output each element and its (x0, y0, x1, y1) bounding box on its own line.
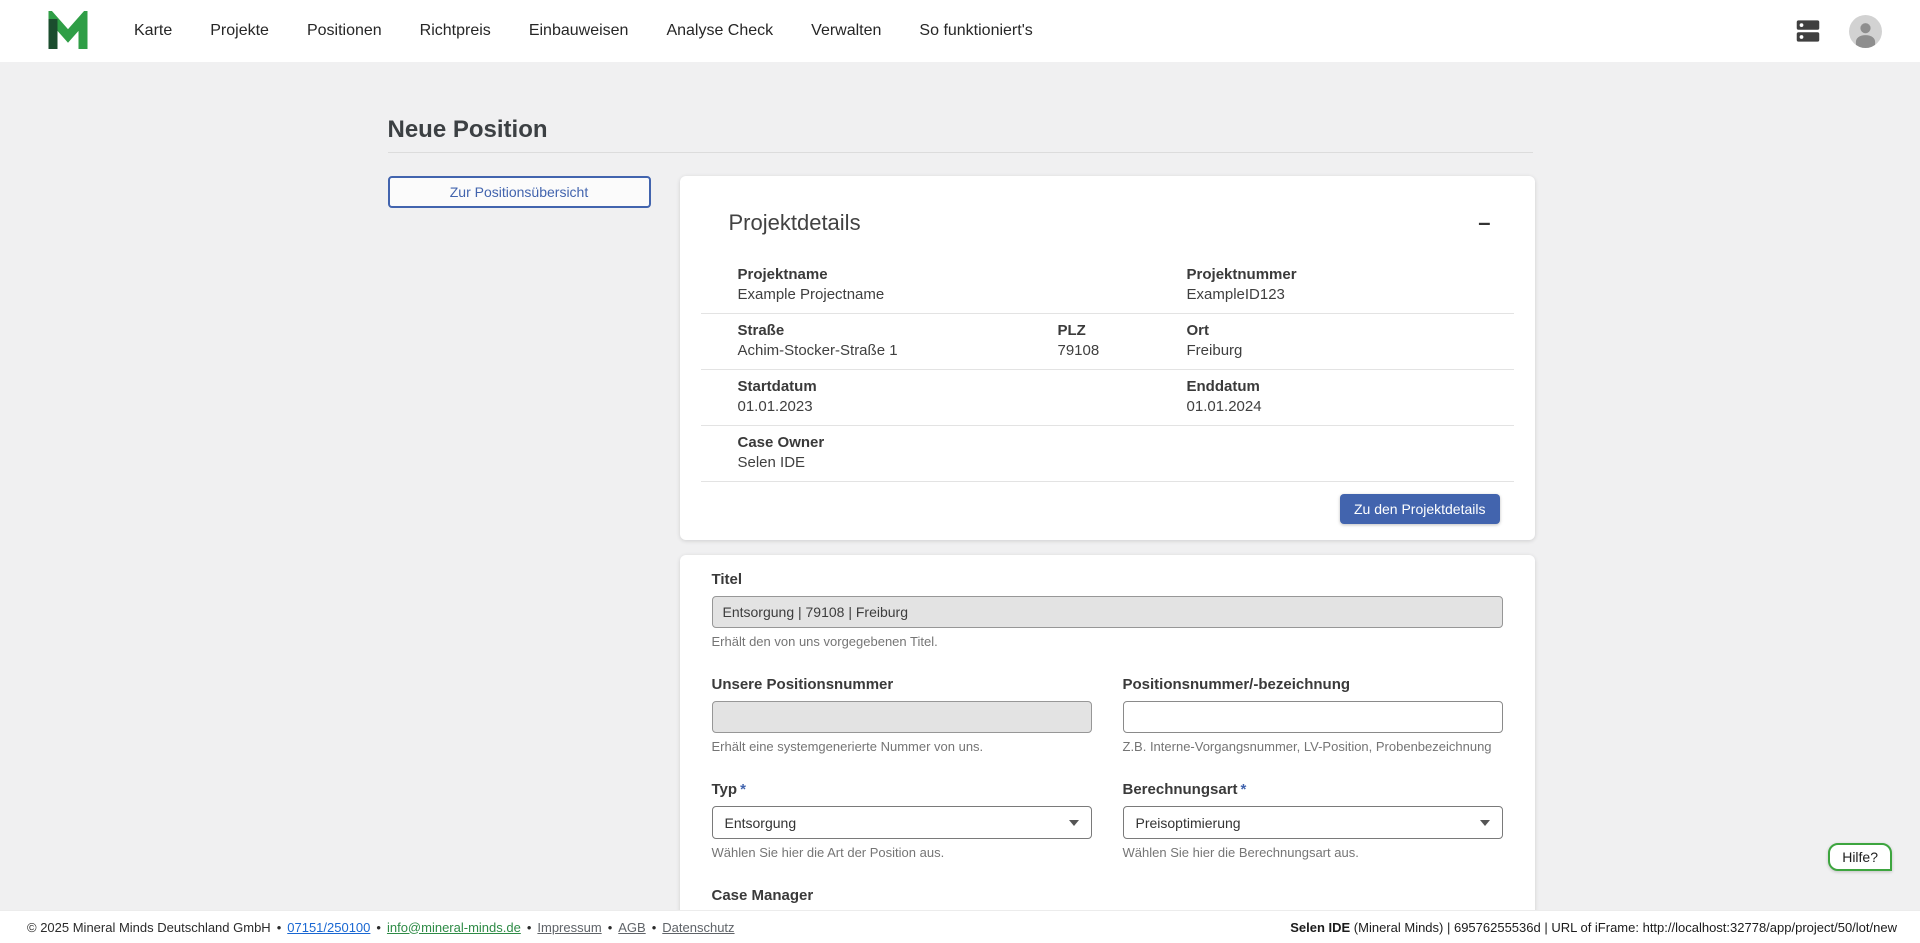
field-ort: Ort Freiburg (1187, 314, 1514, 370)
main-nav: Karte Projekte Positionen Richtpreis Ein… (134, 22, 1033, 40)
help-button[interactable]: Hilfe? (1828, 843, 1892, 871)
nav-item-positionen[interactable]: Positionen (307, 22, 382, 40)
field-label: Projektname (738, 265, 1187, 285)
field-label: Straße (738, 321, 1058, 341)
nav-item-richtpreis[interactable]: Richtpreis (420, 22, 491, 40)
field-value: Freiburg (1187, 341, 1514, 361)
field-plz: PLZ 79108 (1058, 314, 1187, 370)
field-value: ExampleID123 (1187, 285, 1514, 305)
typ-select-value: Entsorgung (725, 815, 797, 831)
unsere-positionsnummer-field: Unsere Positionsnummer Erhält eine syste… (712, 676, 1092, 755)
collapse-icon[interactable]: – (1478, 212, 1490, 234)
session-info: Selen IDE (Mineral Minds) | 69576255536d… (1290, 920, 1897, 935)
titel-help-text: Erhält den von uns vorgegebenen Titel. (712, 634, 1503, 650)
case-manager-field: Case Manager (712, 887, 1092, 910)
table-row: Projektname Example Projectname Projektn… (701, 258, 1514, 314)
page-title: Neue Position (388, 114, 1533, 146)
field-projektnummer: Projektnummer ExampleID123 (1187, 258, 1514, 314)
nav-item-analyse-check[interactable]: Analyse Check (666, 22, 773, 40)
page-footer: © 2025 Mineral Minds Deutschland GmbH • … (0, 910, 1920, 943)
server-icon[interactable] (1793, 16, 1823, 46)
footer-link-datenschutz[interactable]: Datenschutz (662, 920, 734, 935)
chevron-down-icon (1480, 820, 1490, 826)
field-value: Achim-Stocker-Straße 1 (738, 341, 1058, 361)
table-row: Case Owner Selen IDE (701, 426, 1514, 482)
field-case-owner: Case Owner Selen IDE (701, 426, 1514, 482)
project-details-heading: Projektdetails (729, 208, 861, 238)
field-startdatum: Startdatum 01.01.2023 (701, 370, 1187, 426)
footer-link-phone[interactable]: 07151/250100 (287, 920, 370, 935)
field-value: Example Projectname (738, 285, 1187, 305)
berechnungsart-field: Berechnungsart* Preisoptimierung Wählen … (1123, 781, 1503, 861)
project-details-card: Projektdetails – Projektname Example Pro… (680, 176, 1535, 540)
berechnungsart-select[interactable]: Preisoptimierung (1123, 806, 1503, 839)
positionsnummer-input[interactable] (1123, 701, 1503, 733)
top-navbar: Karte Projekte Positionen Richtpreis Ein… (0, 0, 1920, 62)
separator-dot: • (652, 920, 657, 935)
berechnungsart-help-text: Wählen Sie hier die Berechnungsart aus. (1123, 845, 1503, 861)
field-value: 01.01.2023 (738, 397, 1187, 417)
chevron-down-icon (1069, 820, 1079, 826)
positionsnummer-label: Positionsnummer/-bezeichnung (1123, 676, 1503, 693)
app-logo-icon[interactable] (46, 10, 90, 52)
separator-dot: • (376, 920, 381, 935)
typ-select[interactable]: Entsorgung (712, 806, 1092, 839)
unsere-positionsnummer-help-text: Erhält eine systemgenerierte Nummer von … (712, 739, 1092, 755)
nav-item-projekte[interactable]: Projekte (210, 22, 269, 40)
field-label: Projektnummer (1187, 265, 1514, 285)
separator-dot: • (527, 920, 532, 935)
required-asterisk: * (1241, 781, 1247, 798)
field-label: Ort (1187, 321, 1514, 341)
field-label: Case Owner (738, 433, 1514, 453)
positionsnummer-field: Positionsnummer/-bezeichnung Z.B. Intern… (1123, 676, 1503, 755)
nav-item-karte[interactable]: Karte (134, 22, 172, 40)
footer-link-agb[interactable]: AGB (618, 920, 645, 935)
footer-link-impressum[interactable]: Impressum (537, 920, 601, 935)
project-details-table: Projektname Example Projectname Projektn… (701, 258, 1514, 482)
typ-help-text: Wählen Sie hier die Art der Position aus… (712, 845, 1092, 861)
user-avatar-icon[interactable] (1849, 15, 1882, 48)
field-value: 79108 (1058, 341, 1187, 361)
separator-dot: • (277, 920, 282, 935)
positionsnummer-help-text: Z.B. Interne-Vorgangsnummer, LV-Position… (1123, 739, 1503, 755)
field-value: Selen IDE (738, 453, 1514, 473)
table-row: Straße Achim-Stocker-Straße 1 PLZ 79108 … (701, 314, 1514, 370)
footer-link-email[interactable]: info@mineral-minds.de (387, 920, 521, 935)
table-row: Startdatum 01.01.2023 Enddatum 01.01.202… (701, 370, 1514, 426)
berechnungsart-label-text: Berechnungsart (1123, 781, 1238, 798)
session-user: Selen IDE (1290, 920, 1350, 935)
session-details: (Mineral Minds) | 69576255536d | URL of … (1350, 920, 1897, 935)
field-value: 01.01.2024 (1187, 397, 1514, 417)
required-asterisk: * (740, 781, 746, 798)
go-to-project-details-button[interactable]: Zu den Projektdetails (1340, 494, 1500, 524)
field-projektname: Projektname Example Projectname (701, 258, 1187, 314)
copyright-text: © 2025 Mineral Minds Deutschland GmbH (27, 920, 271, 935)
position-form-card: Titel Erhält den von uns vorgegebenen Ti… (680, 555, 1535, 910)
case-manager-label: Case Manager (712, 887, 1092, 904)
nav-item-einbauweisen[interactable]: Einbauweisen (529, 22, 629, 40)
berechnungsart-select-value: Preisoptimierung (1136, 815, 1241, 831)
typ-label-text: Typ (712, 781, 738, 798)
field-label: PLZ (1058, 321, 1187, 341)
title-divider (388, 152, 1533, 153)
field-label: Startdatum (738, 377, 1187, 397)
field-label: Enddatum (1187, 377, 1514, 397)
titel-input (712, 596, 1503, 628)
field-enddatum: Enddatum 01.01.2024 (1187, 370, 1514, 426)
main-content: Neue Position Zur Positionsübersicht Pro… (0, 62, 1920, 910)
nav-item-so-funktionierts[interactable]: So funktioniert's (919, 22, 1032, 40)
navbar-right (1793, 15, 1882, 48)
unsere-positionsnummer-label: Unsere Positionsnummer (712, 676, 1092, 693)
nav-item-verwalten[interactable]: Verwalten (811, 22, 881, 40)
berechnungsart-label: Berechnungsart* (1123, 781, 1503, 798)
back-to-positions-button[interactable]: Zur Positionsübersicht (388, 176, 651, 208)
unsere-positionsnummer-input (712, 701, 1092, 733)
titel-label: Titel (712, 571, 1503, 588)
footer-left: © 2025 Mineral Minds Deutschland GmbH • … (27, 920, 735, 935)
typ-field: Typ* Entsorgung Wählen Sie hier die Art … (712, 781, 1092, 861)
separator-dot: • (608, 920, 613, 935)
typ-label: Typ* (712, 781, 1092, 798)
field-strasse: Straße Achim-Stocker-Straße 1 (701, 314, 1058, 370)
